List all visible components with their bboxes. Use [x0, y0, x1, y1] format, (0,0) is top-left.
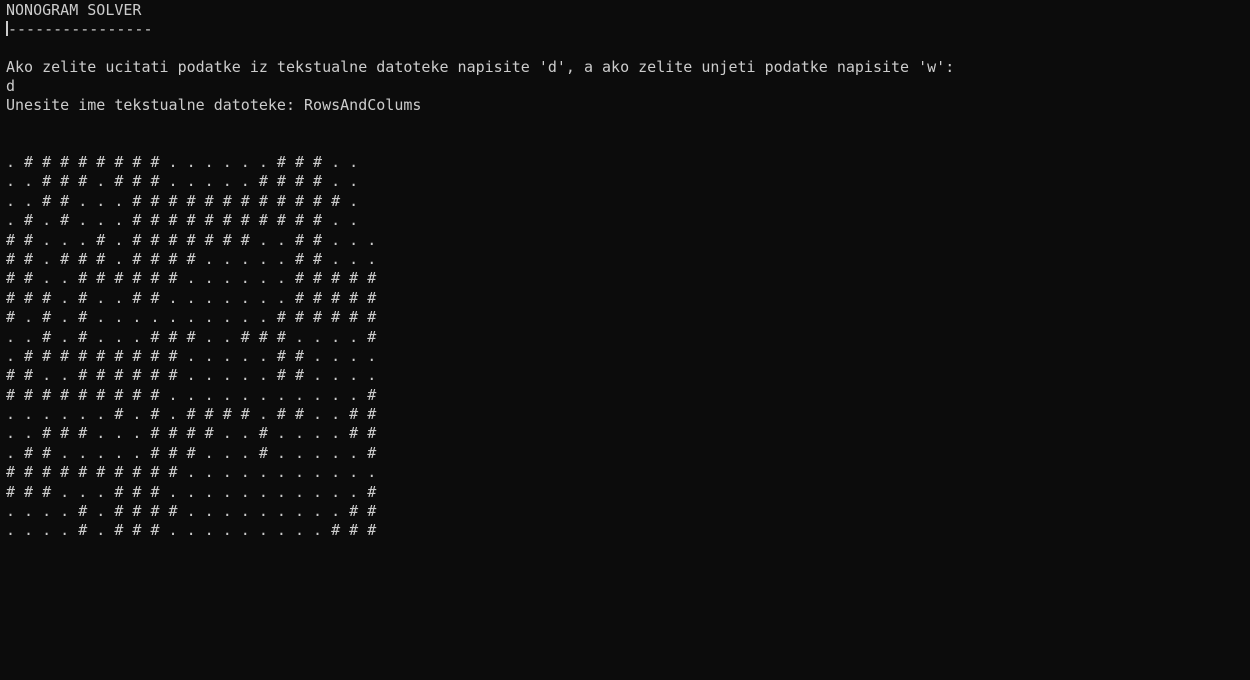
grid-row: . # # # # # # # # . . . . . . # # # . . — [6, 153, 359, 171]
grid-row: . # # # # # # # # # . . . . . # # . . . … — [6, 346, 377, 365]
grid-row: . # # . . . . . # # # . . . # . . . . . … — [6, 443, 377, 462]
grid-row: # # # # # # # # # # . . . . . . . . . . … — [6, 463, 377, 482]
title-underline: ---------------- — [6, 20, 1250, 39]
grid-row: . . # # . . . # # # # # # # # # # # # . — [6, 191, 359, 210]
grid-row: . . # . # . . . # # # . . # # # . . . . … — [6, 327, 377, 346]
input-mode-answer[interactable]: d — [6, 77, 1250, 96]
console-window: NONOGRAM SOLVER ---------------- Ako zel… — [0, 0, 1250, 680]
grid-row: # # . . # # # # # # . . . . . # # . . . … — [6, 366, 377, 385]
grid-row: # # . # # # . # # # # . . . . . # # . . … — [6, 249, 377, 268]
grid-row: # # . . . # . # # # # # # # . . # # . . … — [6, 230, 377, 249]
grid-row: . # . # . . . # # # # # # # # # # # . . — [6, 211, 359, 230]
grid-row: # # # . . . # # # . . . . . . . . . . . … — [6, 482, 377, 501]
grid-row: . . . . . . # . # . # # # # . # # . . # … — [6, 405, 377, 424]
grid-row: # . # . # . . . . . . . . . . # # # # # … — [6, 308, 377, 327]
file-name-prompt[interactable]: Unesite ime tekstualne datoteke: RowsAnd… — [6, 96, 1250, 115]
nonogram-solution-grid: . # # # # # # # # . . . . . . # # # . ..… — [6, 153, 1250, 541]
grid-row: # # # # # # # # # . . . . . . . . . . . … — [6, 385, 377, 404]
grid-row: . . . . # . # # # . . . . . . . . . # # … — [6, 521, 377, 540]
grid-row: . . # # # . # # # . . . . . # # # # . . — [6, 172, 359, 191]
grid-row: # # # . # . . # # . . . . . . . # # # # … — [6, 288, 377, 307]
input-mode-prompt: Ako zelite ucitati podatke iz tekstualne… — [6, 58, 955, 76]
grid-row: # # . . # # # # # # . . . . . . # # # # … — [6, 269, 377, 288]
app-title: NONOGRAM SOLVER — [6, 1, 142, 19]
grid-row: . . . . # . # # # # . . . . . . . . . # … — [6, 502, 377, 521]
grid-row: . . # # # . . . # # # # . . # . . . . # … — [6, 424, 377, 443]
underline-dashes: ---------------- — [8, 20, 153, 38]
